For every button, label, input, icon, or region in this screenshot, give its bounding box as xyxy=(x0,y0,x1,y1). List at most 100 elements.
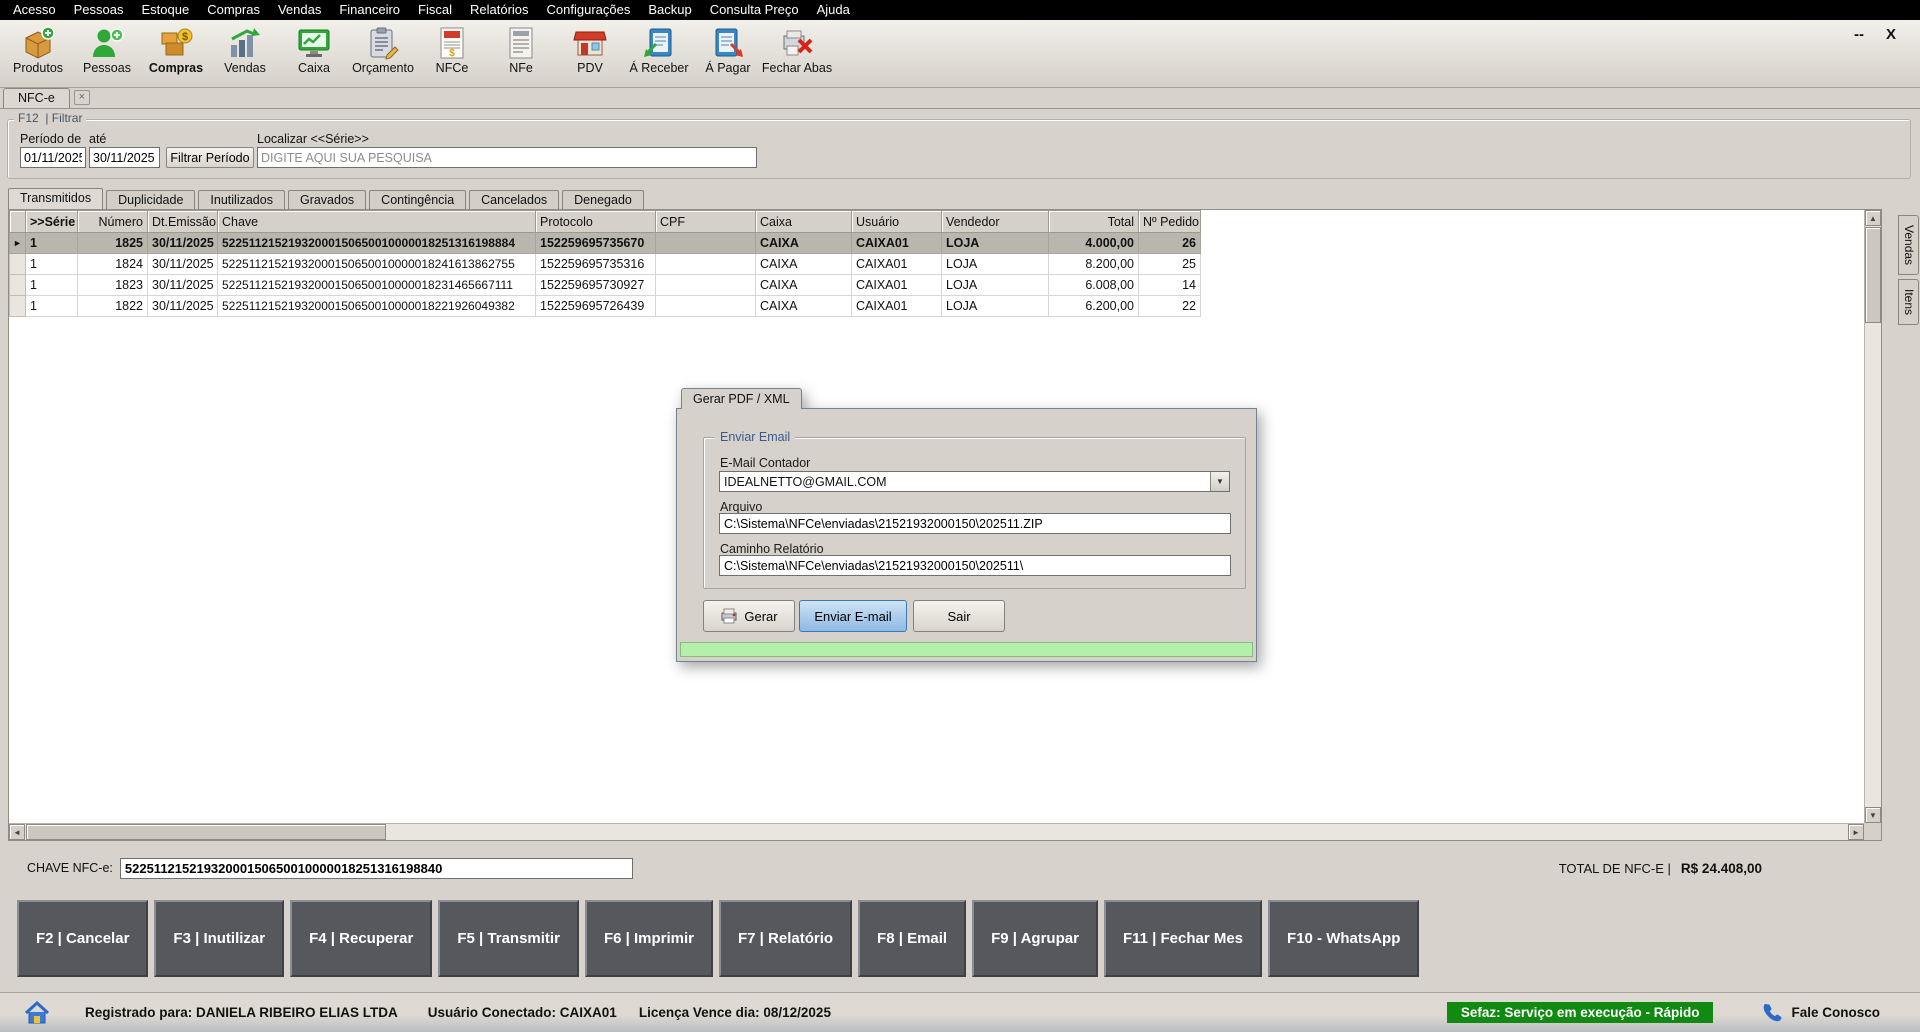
tab-nfce[interactable]: NFC-e xyxy=(3,88,70,108)
purchases-icon: $ xyxy=(159,26,193,60)
column-header-cpf[interactable]: CPF xyxy=(656,211,756,233)
toolbar-button-produtos[interactable]: Produtos xyxy=(6,23,70,85)
horizontal-scrollbar[interactable]: ◄ ► xyxy=(9,823,1864,840)
minimize-button[interactable]: -- xyxy=(1854,26,1864,43)
column-header-vendedor[interactable]: Vendedor xyxy=(942,211,1049,233)
column-header-usuario[interactable]: Usuário xyxy=(852,211,942,233)
menu-item-pessoas[interactable]: Pessoas xyxy=(65,0,133,20)
grid-cell: 30/11/2025 xyxy=(148,296,218,317)
toolbar-button-vendas[interactable]: Vendas xyxy=(213,23,277,85)
grid-cell: 1825 xyxy=(78,233,148,254)
fkey-f2-cancelar[interactable]: F2 | Cancelar xyxy=(17,900,148,977)
email-contador-combobox[interactable]: IDEALNETTO@GMAIL.COM ▼ xyxy=(719,471,1230,492)
grid-cell: 26 xyxy=(1139,233,1201,254)
scroll-left-icon[interactable]: ◄ xyxy=(9,824,25,840)
tab-cancelados[interactable]: Cancelados xyxy=(469,190,559,209)
grid-cell: 4.000,00 xyxy=(1049,233,1139,254)
column-header-caixa[interactable]: Caixa xyxy=(756,211,852,233)
dialog-tab[interactable]: Gerar PDF / XML xyxy=(681,388,802,409)
enviar-email-button[interactable]: Enviar E-mail xyxy=(799,600,907,632)
fkey-f3-inutilizar[interactable]: F3 | Inutilizar xyxy=(154,900,284,977)
side-tab-vendas[interactable]: Vendas xyxy=(1898,215,1919,275)
vertical-scroll-thumb[interactable] xyxy=(1865,227,1881,323)
toolbar-button-nfce[interactable]: $NFCe xyxy=(420,23,484,85)
grid-row[interactable]: 1182330/11/20255225112152193200015065001… xyxy=(10,275,1201,296)
menu-item-compras[interactable]: Compras xyxy=(198,0,269,20)
tab-inutilizados[interactable]: Inutilizados xyxy=(198,190,285,209)
dialog-panel: Enviar Email E-Mail Contador IDEALNETTO@… xyxy=(676,408,1257,662)
tab-contingencia[interactable]: Contingência xyxy=(369,190,466,209)
svg-text:$: $ xyxy=(182,31,188,43)
menu-item-consulta-preco[interactable]: Consulta Preço xyxy=(701,0,808,20)
menu-item-acesso[interactable]: Acesso xyxy=(4,0,65,20)
menu-item-configuracoes[interactable]: Configurações xyxy=(538,0,640,20)
menu-bar: AcessoPessoasEstoqueComprasVendasFinance… xyxy=(0,0,1920,20)
column-header-protocolo[interactable]: Protocolo xyxy=(536,211,656,233)
menu-item-backup[interactable]: Backup xyxy=(639,0,700,20)
toolbar-button-pdv[interactable]: PDV xyxy=(558,23,622,85)
fkey-f9-agrupar[interactable]: F9 | Agrupar xyxy=(972,900,1098,977)
fkey-f4-recuperar[interactable]: F4 | Recuperar xyxy=(290,900,432,977)
column-header-total[interactable]: Total xyxy=(1049,211,1139,233)
toolbar-button-orcamento[interactable]: Orçamento xyxy=(351,23,415,85)
toolbar-button-fechar-abas[interactable]: Fechar Abas xyxy=(765,23,829,85)
grid-cell: CAIXA xyxy=(756,296,852,317)
tab-close-icon[interactable]: × xyxy=(74,90,90,105)
tab-gravados[interactable]: Gravados xyxy=(288,190,366,209)
column-header-serie[interactable]: >>Série xyxy=(26,211,78,233)
toolbar-button-a-receber[interactable]: Á Receber xyxy=(627,23,691,85)
grid-row[interactable]: 1182430/11/20255225112152193200015065001… xyxy=(10,254,1201,275)
horizontal-scroll-thumb[interactable] xyxy=(26,824,386,840)
fkey-f5-transmitir[interactable]: F5 | Transmitir xyxy=(438,900,579,977)
fkey-f11-fechar-mes[interactable]: F11 | Fechar Mes xyxy=(1104,900,1262,977)
toolbar-button-pessoas[interactable]: Pessoas xyxy=(75,23,139,85)
search-input[interactable] xyxy=(257,147,757,168)
chave-nfce-input[interactable] xyxy=(120,858,633,879)
home-icon[interactable] xyxy=(24,1001,50,1025)
grid-cell: LOJA xyxy=(942,296,1049,317)
menu-item-ajuda[interactable]: Ajuda xyxy=(808,0,859,20)
fkey-f10-whatsapp[interactable]: F10 - WhatsApp xyxy=(1268,900,1419,977)
gerar-pdf-xml-dialog: Gerar PDF / XML Enviar Email E-Mail Cont… xyxy=(676,388,1257,662)
menu-item-financeiro[interactable]: Financeiro xyxy=(330,0,409,20)
toolbar-button-compras[interactable]: $Compras xyxy=(144,23,208,85)
close-button[interactable]: X xyxy=(1886,26,1896,43)
tab-transmitidos[interactable]: Transmitidos xyxy=(8,188,103,209)
menu-item-relatorios[interactable]: Relatórios xyxy=(461,0,538,20)
caminho-relatorio-input[interactable] xyxy=(719,555,1231,576)
scroll-right-icon[interactable]: ► xyxy=(1848,824,1864,840)
tab-denegado[interactable]: Denegado xyxy=(562,190,644,209)
date-from-input[interactable] xyxy=(20,147,86,168)
column-header-dt-emissao[interactable]: Dt.Emissão xyxy=(148,211,218,233)
grid-row[interactable]: ►1182530/11/2025522511215219320001506500… xyxy=(10,233,1201,254)
window-controls: -- X xyxy=(1854,26,1896,43)
fkey-f6-imprimir[interactable]: F6 | Imprimir xyxy=(585,900,713,977)
sair-button[interactable]: Sair xyxy=(913,600,1005,632)
nfe-document-icon xyxy=(504,26,538,60)
filtrar-periodo-button[interactable]: Filtrar Período xyxy=(166,147,254,168)
grid-row[interactable]: 1182230/11/20255225112152193200015065001… xyxy=(10,296,1201,317)
fale-conosco[interactable]: Fale Conosco xyxy=(1761,1002,1880,1024)
column-header-chave[interactable]: Chave xyxy=(218,211,536,233)
chevron-down-icon[interactable]: ▼ xyxy=(1210,472,1229,491)
column-header-n-pedido[interactable]: Nº Pedido xyxy=(1139,211,1201,233)
toolbar-button-nfe[interactable]: NFe xyxy=(489,23,553,85)
fkey-f8-email[interactable]: F8 | Email xyxy=(858,900,966,977)
side-tab-itens[interactable]: Itens xyxy=(1898,279,1919,325)
fkey-f7-relatorio[interactable]: F7 | Relatório xyxy=(719,900,852,977)
date-to-input[interactable] xyxy=(89,147,160,168)
menu-item-fiscal[interactable]: Fiscal xyxy=(409,0,461,20)
toolbar-button-caixa[interactable]: Caixa xyxy=(282,23,346,85)
toolbar-button-a-pagar[interactable]: Á Pagar xyxy=(696,23,760,85)
arquivo-input[interactable] xyxy=(719,513,1231,534)
tab-duplicidade[interactable]: Duplicidade xyxy=(106,190,195,209)
scroll-up-icon[interactable]: ▲ xyxy=(1865,210,1881,226)
grid-cell: 152259695730927 xyxy=(536,275,656,296)
gerar-button[interactable]: Gerar xyxy=(703,600,795,632)
menu-item-vendas[interactable]: Vendas xyxy=(269,0,330,20)
scroll-down-icon[interactable]: ▼ xyxy=(1865,807,1881,823)
menu-item-estoque[interactable]: Estoque xyxy=(133,0,199,20)
grid-cell: 14 xyxy=(1139,275,1201,296)
vertical-scrollbar[interactable]: ▲ ▼ xyxy=(1864,210,1881,823)
column-header-numero[interactable]: Número xyxy=(78,211,148,233)
